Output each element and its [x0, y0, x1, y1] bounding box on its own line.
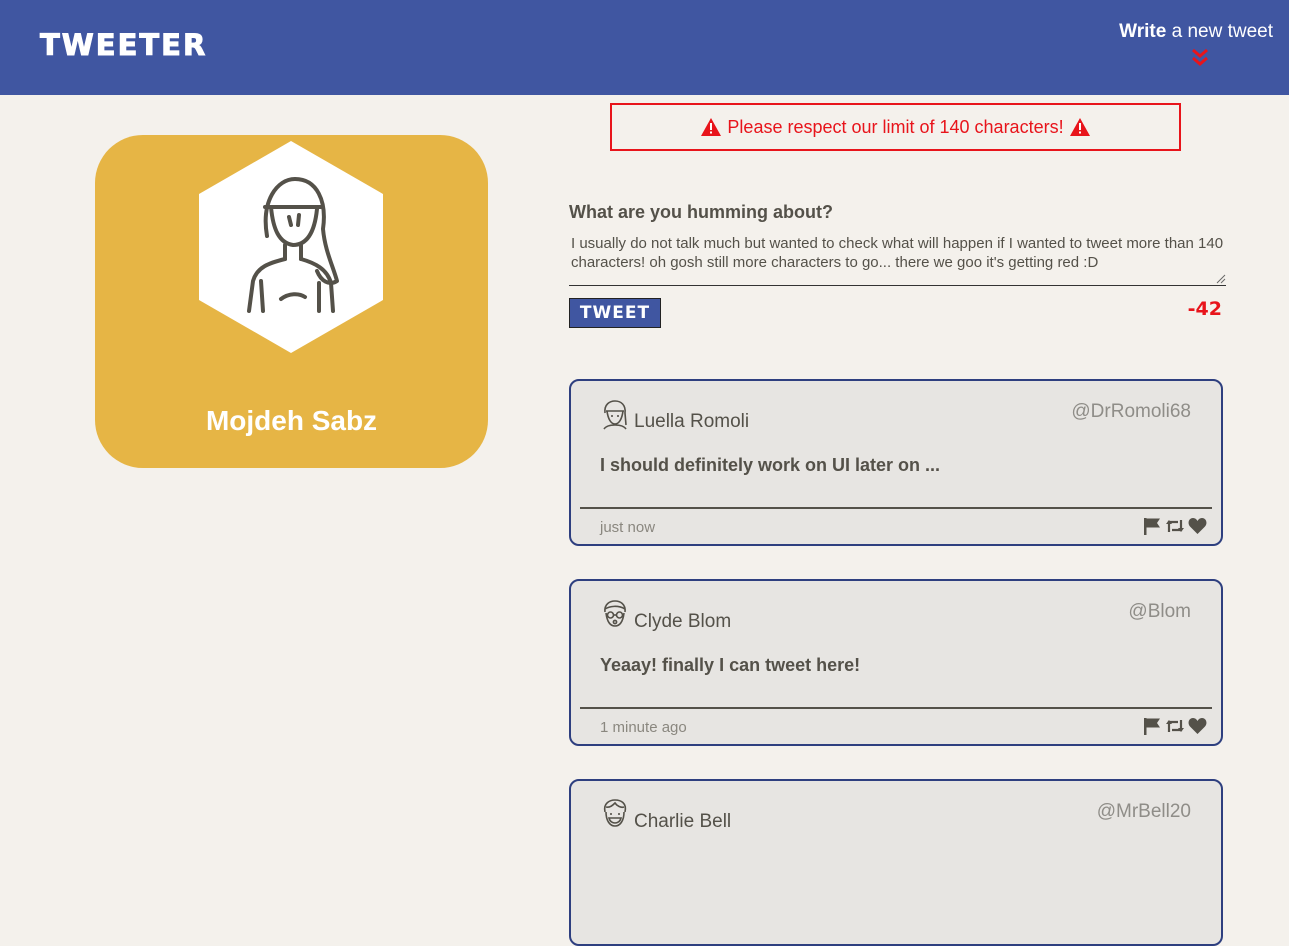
profile-name: Mojdeh Sabz [205, 405, 378, 436]
double-chevron-down-icon[interactable] [1190, 48, 1210, 68]
write-new-tweet-link[interactable]: Write a new tweet [1119, 21, 1273, 43]
tweet-author-name: Charlie Bell [634, 811, 732, 832]
compose-prompt: What are you humming about? [569, 202, 833, 222]
warning-icon [1069, 118, 1090, 136]
flag-icon[interactable] [1143, 717, 1162, 735]
tweet-author-handle[interactable]: @DrRomoli68 [1071, 401, 1191, 423]
tweet-author-handle[interactable]: @MrBell20 [1097, 801, 1191, 823]
top-nav: TWEETER Write a new tweet [0, 0, 1289, 95]
character-counter: -42 [1187, 298, 1222, 320]
flag-icon[interactable] [1143, 517, 1162, 535]
tweet-submit-button[interactable]: TWEET [569, 298, 661, 328]
tweet-author-name: Clyde Blom [634, 611, 732, 632]
smiling-man-avatar-icon [603, 799, 627, 827]
tweet-content: I should definitely work on UI later on … [600, 455, 941, 475]
tweet-textarea[interactable]: I usually do not talk much but wanted to… [569, 232, 1226, 286]
tweet-content: Yeaay! finally I can tweet here! [600, 655, 861, 675]
write-label-bold: Write [1119, 21, 1167, 42]
write-label-rest: a new tweet [1166, 21, 1273, 42]
tweet-actions [1143, 517, 1207, 535]
tweet-card: Luella Romoli @DrRomoli68 I should defin… [569, 379, 1223, 546]
error-text: Please respect our limit of 140 characte… [727, 116, 1064, 137]
brand-logo[interactable]: TWEETER [39, 28, 207, 63]
warning-icon [701, 118, 722, 136]
woman-avatar-icon [603, 400, 627, 430]
tweet-actions [1143, 717, 1207, 735]
retweet-icon[interactable] [1165, 517, 1185, 535]
glasses-man-avatar-icon [604, 600, 626, 627]
tweet-timestamp: just now [600, 519, 656, 536]
heart-icon[interactable] [1188, 717, 1207, 735]
tweet-card: Clyde Blom @Blom Yeaay! finally I can tw… [569, 579, 1223, 746]
tweet-card: Charlie Bell @MrBell20 [569, 779, 1223, 946]
tweet-author-name: Luella Romoli [634, 411, 750, 432]
profile-card: Mojdeh Sabz [95, 135, 488, 468]
profile-avatar [199, 141, 383, 353]
error-message: Please respect our limit of 140 characte… [610, 103, 1181, 151]
retweet-icon[interactable] [1165, 717, 1185, 735]
heart-icon[interactable] [1188, 517, 1207, 535]
tweet-timestamp: 1 minute ago [600, 719, 687, 736]
tweet-divider [580, 707, 1212, 709]
resize-handle-icon[interactable] [1214, 272, 1226, 284]
tweet-divider [580, 507, 1212, 509]
tweet-author-handle[interactable]: @Blom [1128, 601, 1191, 623]
